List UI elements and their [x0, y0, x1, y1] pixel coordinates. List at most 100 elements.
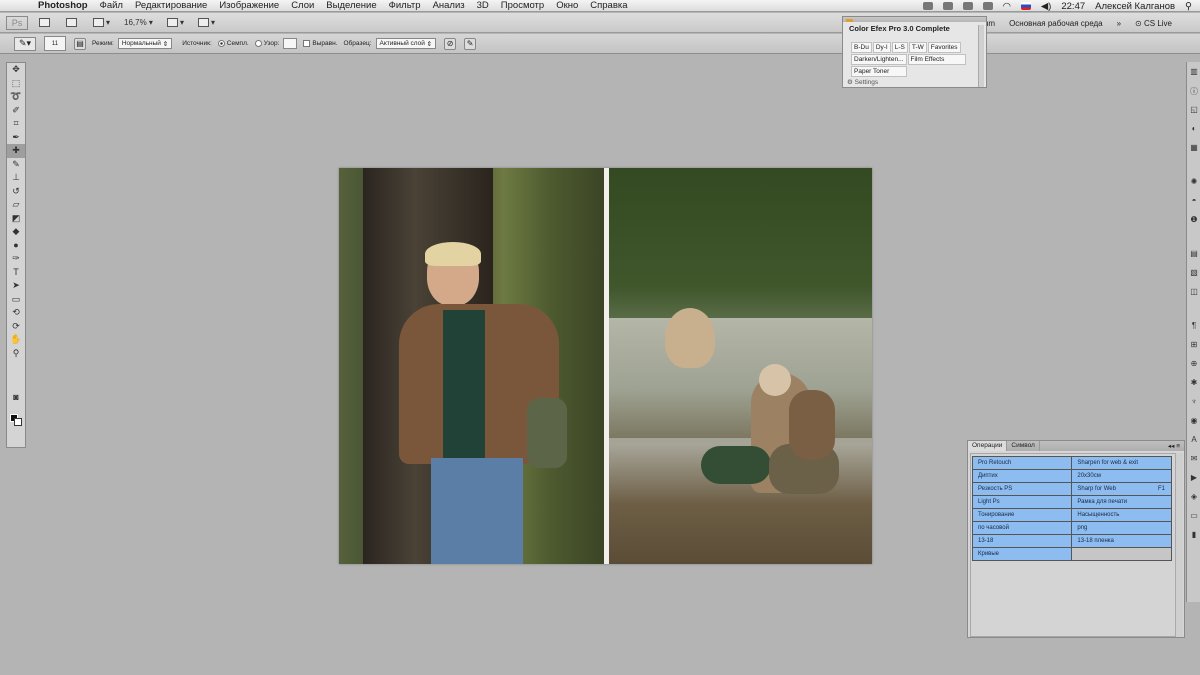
bluetooth-icon[interactable] [982, 2, 993, 10]
action-button[interactable]: Кривые [971, 547, 1073, 561]
menu-layer[interactable]: Слои [291, 0, 314, 11]
action-button[interactable]: Резкость PS [971, 482, 1073, 496]
action-button[interactable]: Sharp for Web F1 [1071, 482, 1172, 496]
hand-tool-icon[interactable]: ✋ [7, 333, 25, 347]
notes-icon[interactable]: ✉ [1188, 454, 1200, 468]
swatches-icon[interactable]: ▦ [1188, 143, 1200, 157]
3d-icon[interactable]: ◉ [1188, 416, 1200, 430]
user-name[interactable]: Алексей Калганов [1095, 1, 1175, 12]
menu-help[interactable]: Справка [590, 0, 627, 11]
timemachine-icon[interactable] [962, 2, 973, 10]
channels-icon[interactable]: ▧ [1188, 268, 1200, 282]
document-canvas[interactable] [339, 168, 872, 564]
dropbox-icon[interactable] [922, 2, 933, 10]
quick-mask-icon[interactable]: ◙ [7, 390, 25, 404]
action-button[interactable]: Тонирование [971, 508, 1073, 522]
menu-select[interactable]: Выделение [326, 0, 376, 11]
histogram-icon[interactable]: ▥ [1188, 67, 1200, 81]
cs-live-button[interactable]: ⊙ CS Live [1135, 19, 1186, 28]
arrange-docs-button[interactable]: ▾ [164, 16, 187, 29]
menu-view[interactable]: Просмотр [501, 0, 544, 11]
history-icon[interactable]: ◱ [1188, 105, 1200, 119]
tab-actions[interactable]: Операции [968, 441, 1008, 451]
info-panel-icon[interactable]: ❶ [1188, 215, 1200, 229]
dodge-tool-icon[interactable]: ● [7, 239, 25, 253]
wifi-icon[interactable]: ◠ [1003, 1, 1011, 12]
masks-icon[interactable]: ◓ [1188, 196, 1200, 210]
workspace-name[interactable]: Основная рабочая среда [1009, 19, 1103, 28]
color-icon[interactable]: ◐ [1188, 124, 1200, 138]
clone-stamp-tool-icon[interactable]: ⊥ [7, 171, 25, 185]
layers-icon[interactable]: ▤ [1188, 249, 1200, 263]
healing-brush-tool-icon[interactable]: ✚ [7, 144, 25, 158]
efex-tw-button[interactable]: T-W [908, 42, 927, 53]
history-brush-tool-icon[interactable]: ↺ [7, 185, 25, 199]
action-button[interactable]: 13-18 [971, 534, 1073, 548]
action-button[interactable]: 13-18 пленка [1071, 534, 1172, 548]
efex-film-effects-button[interactable]: Film Effects [907, 54, 966, 65]
screen-mode-button[interactable]: ▾ [195, 16, 218, 29]
app-menu[interactable]: Photoshop [38, 0, 88, 11]
efex-paper-toner-button[interactable]: Paper Toner [851, 66, 907, 77]
marquee-tool-icon[interactable]: ⬚ [7, 77, 25, 91]
spotlight-icon[interactable]: ⚲ [1185, 1, 1192, 12]
3d-orbit-tool-icon[interactable]: ⟳ [7, 320, 25, 334]
close-icon[interactable] [846, 19, 853, 22]
actions-scrollbar[interactable] [1175, 453, 1183, 637]
move-tool-icon[interactable]: ✥ [7, 63, 25, 77]
pressure-button[interactable]: ✎ [464, 37, 477, 50]
workspace-more-icon[interactable]: » [1117, 19, 1121, 28]
animation-icon[interactable]: ▭ [1188, 511, 1200, 525]
quick-selection-tool-icon[interactable]: ✐ [7, 104, 25, 118]
efex-favorites-button[interactable]: Favorites [927, 42, 961, 53]
paragraph-icon[interactable]: ¶ [1188, 321, 1200, 335]
pattern-picker[interactable] [283, 38, 298, 49]
brush-panel-toggle[interactable]: ▤ [74, 37, 86, 50]
action-button[interactable]: по часовой [971, 521, 1073, 535]
brush-tool-icon[interactable]: ✎ [7, 158, 25, 172]
background-color-swatch[interactable] [14, 418, 22, 426]
info-icon[interactable]: ⓘ [1188, 86, 1200, 100]
sample-select[interactable]: Активный слой ⇕ [375, 38, 437, 49]
view-extras-button[interactable]: ▾ [90, 16, 113, 29]
menu-window[interactable]: Окно [556, 0, 578, 11]
action-button[interactable]: Рамка для печати [1071, 495, 1172, 509]
adjustments-icon[interactable]: ✺ [1188, 177, 1200, 191]
color-efex-scrollbar[interactable] [978, 25, 984, 87]
rectangle-tool-icon[interactable]: ▭ [7, 293, 25, 307]
styles-icon[interactable]: ⊞ [1188, 340, 1200, 354]
ignore-adjustment-layers-button[interactable]: ⊘ [444, 37, 457, 50]
mode-select[interactable]: Нормальный ⇕ [117, 38, 173, 49]
action-button[interactable]: Pro Retouch [971, 456, 1073, 470]
efex-bdu-button[interactable]: B-Du [851, 42, 872, 53]
flag-icon[interactable] [1020, 2, 1031, 10]
3d-rotate-tool-icon[interactable]: ⟲ [7, 306, 25, 320]
color-efex-settings[interactable]: ⚙ Settings [847, 78, 878, 86]
type-tool-icon[interactable]: T [7, 266, 25, 280]
lasso-tool-icon[interactable]: ➰ [7, 90, 25, 104]
zoom-tool-icon[interactable]: ⚲ [7, 347, 25, 361]
eraser-tool-icon[interactable]: ▱ [7, 198, 25, 212]
color-swatches[interactable] [7, 360, 25, 390]
menu-file[interactable]: Файл [100, 0, 123, 11]
efex-dyi-button[interactable]: Dy-I [872, 42, 891, 53]
action-button[interactable]: png [1071, 521, 1172, 535]
crop-tool-icon[interactable]: ⌗ [7, 117, 25, 131]
brush-picker[interactable]: 11 [44, 36, 66, 51]
navigator-icon[interactable]: ◈ [1188, 492, 1200, 506]
path-selection-tool-icon[interactable]: ➤ [7, 279, 25, 293]
menu-3d[interactable]: 3D [477, 0, 489, 11]
menu-analysis[interactable]: Анализ [433, 0, 465, 11]
efex-ls-button[interactable]: L-S [891, 42, 908, 53]
eyedropper-tool-icon[interactable]: ✒ [7, 131, 25, 145]
efex-darken-lighten-button[interactable]: Darken/Lighten... [851, 54, 907, 65]
aligned-checkbox[interactable] [303, 40, 311, 47]
panel-menu-icon[interactable]: ◂◂ ≡ [1168, 442, 1180, 450]
action-button[interactable]: Sharpen for web & exit [1071, 456, 1172, 470]
action-button[interactable]: Насыщенность [1071, 508, 1172, 522]
sync-icon[interactable] [942, 2, 953, 10]
tool-presets-icon[interactable]: ♆ [1188, 397, 1200, 411]
action-button[interactable]: Light Ps [971, 495, 1073, 509]
character-icon[interactable]: A [1188, 435, 1200, 449]
clock[interactable]: 22:47 [1061, 1, 1085, 12]
